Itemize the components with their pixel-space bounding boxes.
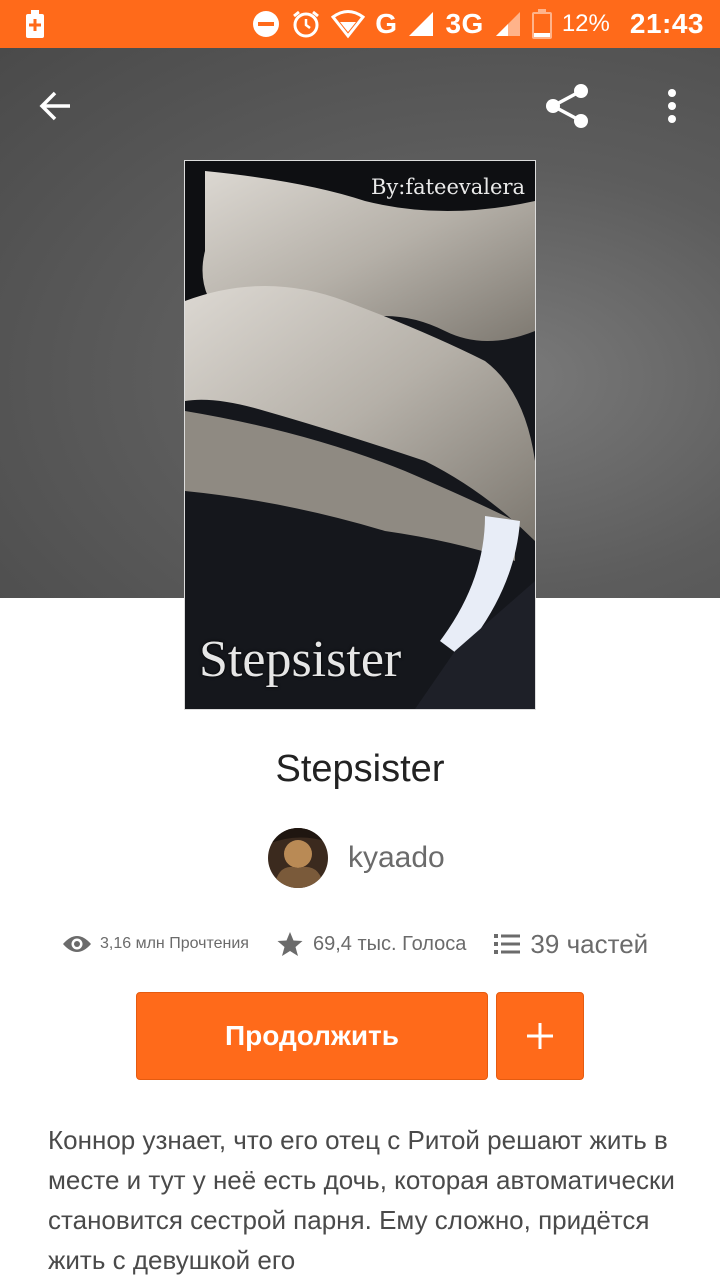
continue-reading-label: Продолжить	[225, 1020, 399, 1051]
back-button[interactable]	[28, 78, 84, 134]
status-bar: G 3G 12% 21:43	[0, 0, 720, 48]
more-options-button[interactable]	[644, 78, 700, 134]
signal-icon	[409, 12, 434, 36]
battery-icon	[531, 9, 552, 39]
cover-title-text: Stepsister	[199, 631, 402, 688]
network-3g-label: 3G	[445, 8, 484, 39]
share-icon	[546, 84, 588, 128]
parts-stat[interactable]: 39 частей	[494, 929, 648, 960]
add-to-library-button[interactable]	[496, 992, 584, 1080]
more-vert-icon	[668, 89, 676, 123]
arrow-back-icon	[39, 91, 70, 121]
author-name[interactable]: kyaado	[348, 841, 445, 875]
votes-count: 69,4 тыс. Голоса	[312, 932, 467, 955]
cover-artwork	[185, 161, 535, 709]
battery-percent: 12%	[561, 10, 610, 37]
battery-charging-icon	[26, 10, 44, 38]
book-cover[interactable]: By:fateevalera Stepsister	[184, 160, 536, 710]
story-title: Stepsister	[275, 748, 445, 790]
story-stats: 3,16 млн Прочтения 69,4 тыс. Голоса 39 ч…	[62, 924, 672, 964]
do-not-disturb-icon	[253, 11, 280, 37]
author-avatar[interactable]	[268, 828, 328, 888]
reads-count: 3,16 млн Прочтения	[100, 935, 249, 952]
signal-weak-icon	[495, 12, 520, 36]
continue-reading-button[interactable]: Продолжить	[136, 992, 488, 1080]
share-button[interactable]	[540, 78, 596, 134]
reads-stat: 3,16 млн Прочтения	[62, 934, 249, 954]
eye-icon	[63, 936, 91, 952]
alarm-icon	[293, 10, 320, 38]
list-icon	[494, 934, 521, 954]
network-g-label: G	[375, 8, 398, 39]
parts-count[interactable]: 39 частей	[530, 929, 648, 960]
story-description: Коннор узнает, что его отец с Ритой реша…	[48, 1125, 675, 1275]
plus-icon	[527, 1023, 553, 1049]
wifi-icon	[331, 10, 366, 39]
votes-stat: 69,4 тыс. Голоса	[277, 931, 466, 957]
star-icon	[277, 932, 303, 956]
cover-author-credit: By:fateevalera	[370, 175, 525, 199]
author-row[interactable]: kyaado	[268, 828, 445, 888]
clock: 21:43	[629, 8, 704, 39]
